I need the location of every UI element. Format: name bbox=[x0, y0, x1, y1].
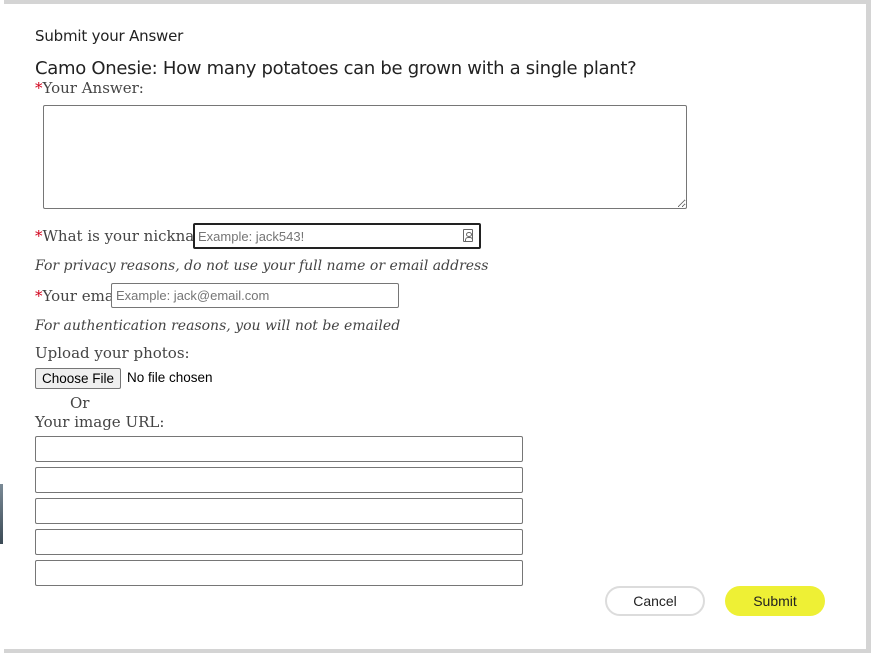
background-image-fragment bbox=[0, 484, 3, 544]
choose-file-button[interactable]: Choose File bbox=[35, 368, 122, 389]
answer-label: *Your Answer: bbox=[35, 79, 144, 97]
required-mark: * bbox=[35, 227, 43, 245]
email-input[interactable] bbox=[111, 283, 399, 308]
image-url-input-3[interactable] bbox=[35, 498, 523, 524]
file-status-text: No file chosen bbox=[127, 370, 213, 385]
or-separator: Or bbox=[70, 394, 90, 412]
nickname-hint: For privacy reasons, do not use your ful… bbox=[35, 258, 489, 274]
submit-answer-dialog: Submit your Answer Camo Onesie: How many… bbox=[4, 4, 866, 649]
contact-card-icon[interactable] bbox=[463, 229, 473, 242]
image-url-input-5[interactable] bbox=[35, 560, 523, 586]
dialog-heading: Submit your Answer bbox=[35, 27, 184, 45]
required-mark: * bbox=[35, 287, 43, 305]
image-url-input-2[interactable] bbox=[35, 467, 523, 493]
image-url-input-4[interactable] bbox=[35, 529, 523, 555]
answer-textarea[interactable] bbox=[43, 105, 687, 209]
submit-button[interactable]: Submit bbox=[725, 586, 825, 616]
answer-label-text: Your Answer: bbox=[42, 79, 144, 97]
email-hint: For authentication reasons, you will not… bbox=[35, 318, 401, 334]
image-url-input-1[interactable] bbox=[35, 436, 523, 462]
nickname-field[interactable] bbox=[193, 223, 481, 249]
nickname-input[interactable] bbox=[195, 225, 453, 247]
cancel-button[interactable]: Cancel bbox=[605, 586, 705, 616]
question-title: Camo Onesie: How many potatoes can be gr… bbox=[35, 58, 637, 79]
image-url-label: Your image URL: bbox=[35, 413, 165, 431]
upload-photos-label: Upload your photos: bbox=[35, 344, 190, 362]
required-mark: * bbox=[35, 79, 43, 97]
